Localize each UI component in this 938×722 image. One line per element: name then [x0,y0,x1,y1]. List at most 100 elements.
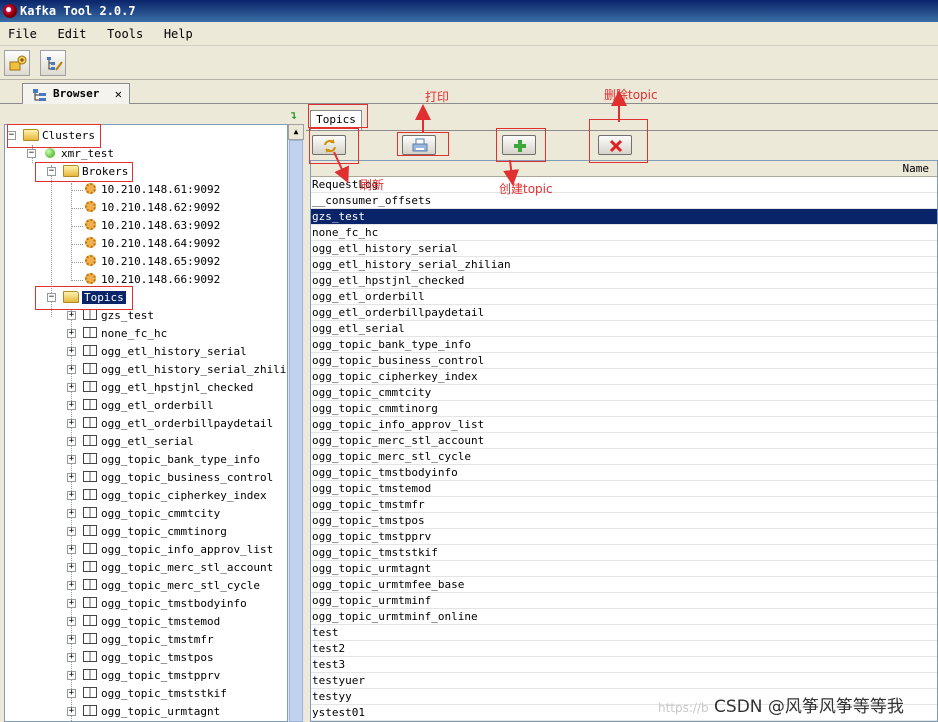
table-row[interactable]: ogg_etl_orderbillpaydetail [311,305,937,321]
tree-node-topic[interactable]: + ogg_topic_merc_stl_account [67,559,273,577]
expand-icon[interactable]: + [67,329,76,338]
expand-icon[interactable]: + [67,689,76,698]
table-row[interactable]: ogg_etl_history_serial [311,241,937,257]
expand-icon[interactable]: + [67,545,76,554]
expand-icon[interactable]: + [67,653,76,662]
table-row[interactable]: ogg_topic_info_approv_list [311,417,937,433]
collapse-icon[interactable]: − [27,149,36,158]
table-row[interactable]: ogg_topic_tmstmfr [311,497,937,513]
tree-node-topic[interactable]: + ogg_etl_serial [67,433,194,451]
table-row[interactable]: test2 [311,641,937,657]
tree-node-topic[interactable]: + ogg_topic_cmmtinorg [67,523,227,541]
table-row[interactable]: ogg_topic_tmstpprv [311,529,937,545]
topic-name: ogg_topic_tmstemod [101,615,221,628]
tree-node-topic[interactable]: + none_fc_hc [67,325,167,343]
tab-browser[interactable]: Browser ✕ [22,83,130,105]
add-cluster-button[interactable] [4,50,30,76]
expand-icon[interactable]: + [67,617,76,626]
tree-node-topic[interactable]: + ogg_topic_tmstpos [67,649,214,667]
menu-help[interactable]: Help [156,22,199,41]
table-row[interactable]: none_fc_hc [311,225,937,241]
edit-tree-button[interactable] [40,50,66,76]
tree-node-topic[interactable]: + ogg_etl_history_serial [67,343,247,361]
table-row[interactable]: __consumer_offsets [311,193,937,209]
expand-icon[interactable]: + [67,419,76,428]
table-row[interactable]: ogg_topic_urmtmfee_base [311,577,937,593]
expand-icon[interactable]: + [67,473,76,482]
tree-node-topic[interactable]: + ogg_topic_urmtagnt [67,703,220,721]
table-row[interactable]: ogg_topic_urmtagnt [311,561,937,577]
table-row[interactable]: ogg_topic_business_control [311,353,937,369]
tree-node-topic[interactable]: + ogg_etl_hpstjnl_checked [67,379,253,397]
tree-node-broker[interactable]: 10.210.148.62:9092 [85,199,220,217]
tree-node-topic[interactable]: + ogg_topic_bank_type_info [67,451,260,469]
table-row[interactable]: ogg_etl_hpstjnl_checked [311,273,937,289]
scrollbar-thumb[interactable] [289,140,303,722]
table-row[interactable]: ogg_etl_serial [311,321,937,337]
expand-icon[interactable]: + [67,599,76,608]
tree-node-topic[interactable]: + ogg_etl_orderbillpaydetail [67,415,273,433]
expand-icon[interactable]: + [67,347,76,356]
menu-edit[interactable]: Edit [50,22,93,41]
tree-node-broker[interactable]: 10.210.148.65:9092 [85,253,220,271]
topic-cell: ogg_topic_tmstpos [312,514,425,527]
tree-node-topic[interactable]: + ogg_topic_tmstpprv [67,667,220,685]
table-row[interactable]: ogg_topic_tmstemod [311,481,937,497]
table-row[interactable]: RequestLog [311,177,937,193]
expand-icon[interactable]: + [67,635,76,644]
tree-node-topic[interactable]: + ogg_topic_merc_stl_cycle [67,577,260,595]
tree-node-topic[interactable]: + ogg_topic_cmmtcity [67,505,220,523]
menu-file[interactable]: File [0,22,43,41]
tree-node-topic[interactable]: + ogg_topic_business_control [67,469,273,487]
table-row[interactable]: test [311,625,937,641]
table-row[interactable]: ogg_topic_bank_type_info [311,337,937,353]
tree-node-broker[interactable]: 10.210.148.64:9092 [85,235,220,253]
expand-icon[interactable]: + [67,563,76,572]
table-row[interactable]: ogg_topic_urmtminf_online [311,609,937,625]
table-row[interactable]: ogg_topic_cmmtinorg [311,401,937,417]
expand-icon[interactable]: + [67,311,76,320]
menu-tools[interactable]: Tools [99,22,149,41]
expand-icon[interactable]: + [67,437,76,446]
tree-node-topic[interactable]: + ogg_topic_tmststkif [67,685,227,703]
expand-icon[interactable]: + [67,509,76,518]
tree-node-topic[interactable]: + ogg_topic_tmstmfr [67,631,214,649]
table-row[interactable]: gzs_test [311,209,937,225]
topic-name: ogg_topic_urmtagnt [101,705,221,718]
tree-node-topic[interactable]: + ogg_topic_cipherkey_index [67,487,267,505]
tree-node-topic[interactable]: + ogg_etl_orderbill [67,397,214,415]
expand-icon[interactable]: + [67,707,76,716]
refresh-tree-icon[interactable]: ↴ [290,108,297,122]
expand-icon[interactable]: + [67,383,76,392]
expand-icon[interactable]: + [67,401,76,410]
expand-icon[interactable]: + [67,365,76,374]
tree-node-topic[interactable]: + ogg_topic_tmstbodyinfo [67,595,247,613]
add-cluster-icon [9,55,27,71]
table-row[interactable]: ogg_topic_cmmtcity [311,385,937,401]
scroll-up-arrow-icon[interactable]: ▲ [288,124,304,140]
column-header-name[interactable]: Name [311,161,937,177]
table-row[interactable]: ogg_topic_tmststkif [311,545,937,561]
table-row[interactable]: ogg_topic_tmstpos [311,513,937,529]
table-row[interactable]: ogg_etl_history_serial_zhilian [311,257,937,273]
expand-icon[interactable]: + [67,491,76,500]
table-row[interactable]: ogg_etl_orderbill [311,289,937,305]
table-row[interactable]: ogg_topic_cipherkey_index [311,369,937,385]
table-row[interactable]: ogg_topic_tmstbodyinfo [311,465,937,481]
table-row[interactable]: ogg_topic_urmtminf [311,593,937,609]
tree-node-topic[interactable]: + ogg_etl_history_serial_zhilian [67,361,287,379]
expand-icon[interactable]: + [67,581,76,590]
tree-node-broker[interactable]: 10.210.148.63:9092 [85,217,220,235]
table-row[interactable]: test3 [311,657,937,673]
close-tab-icon[interactable]: ✕ [115,84,122,104]
table-row[interactable]: ogg_topic_merc_stl_account [311,433,937,449]
table-row[interactable]: testyuer [311,673,937,689]
table-row[interactable]: ogg_topic_merc_stl_cycle [311,449,937,465]
expand-icon[interactable]: + [67,527,76,536]
tree-node-topic[interactable]: + ogg_topic_tmstemod [67,613,220,631]
tree-scrollbar[interactable]: ▲ [288,124,304,722]
expand-icon[interactable]: + [67,455,76,464]
expand-icon[interactable]: + [67,671,76,680]
tree-node-topic[interactable]: + ogg_topic_info_approv_list [67,541,273,559]
tree-node-broker[interactable]: 10.210.148.61:9092 [85,181,220,199]
